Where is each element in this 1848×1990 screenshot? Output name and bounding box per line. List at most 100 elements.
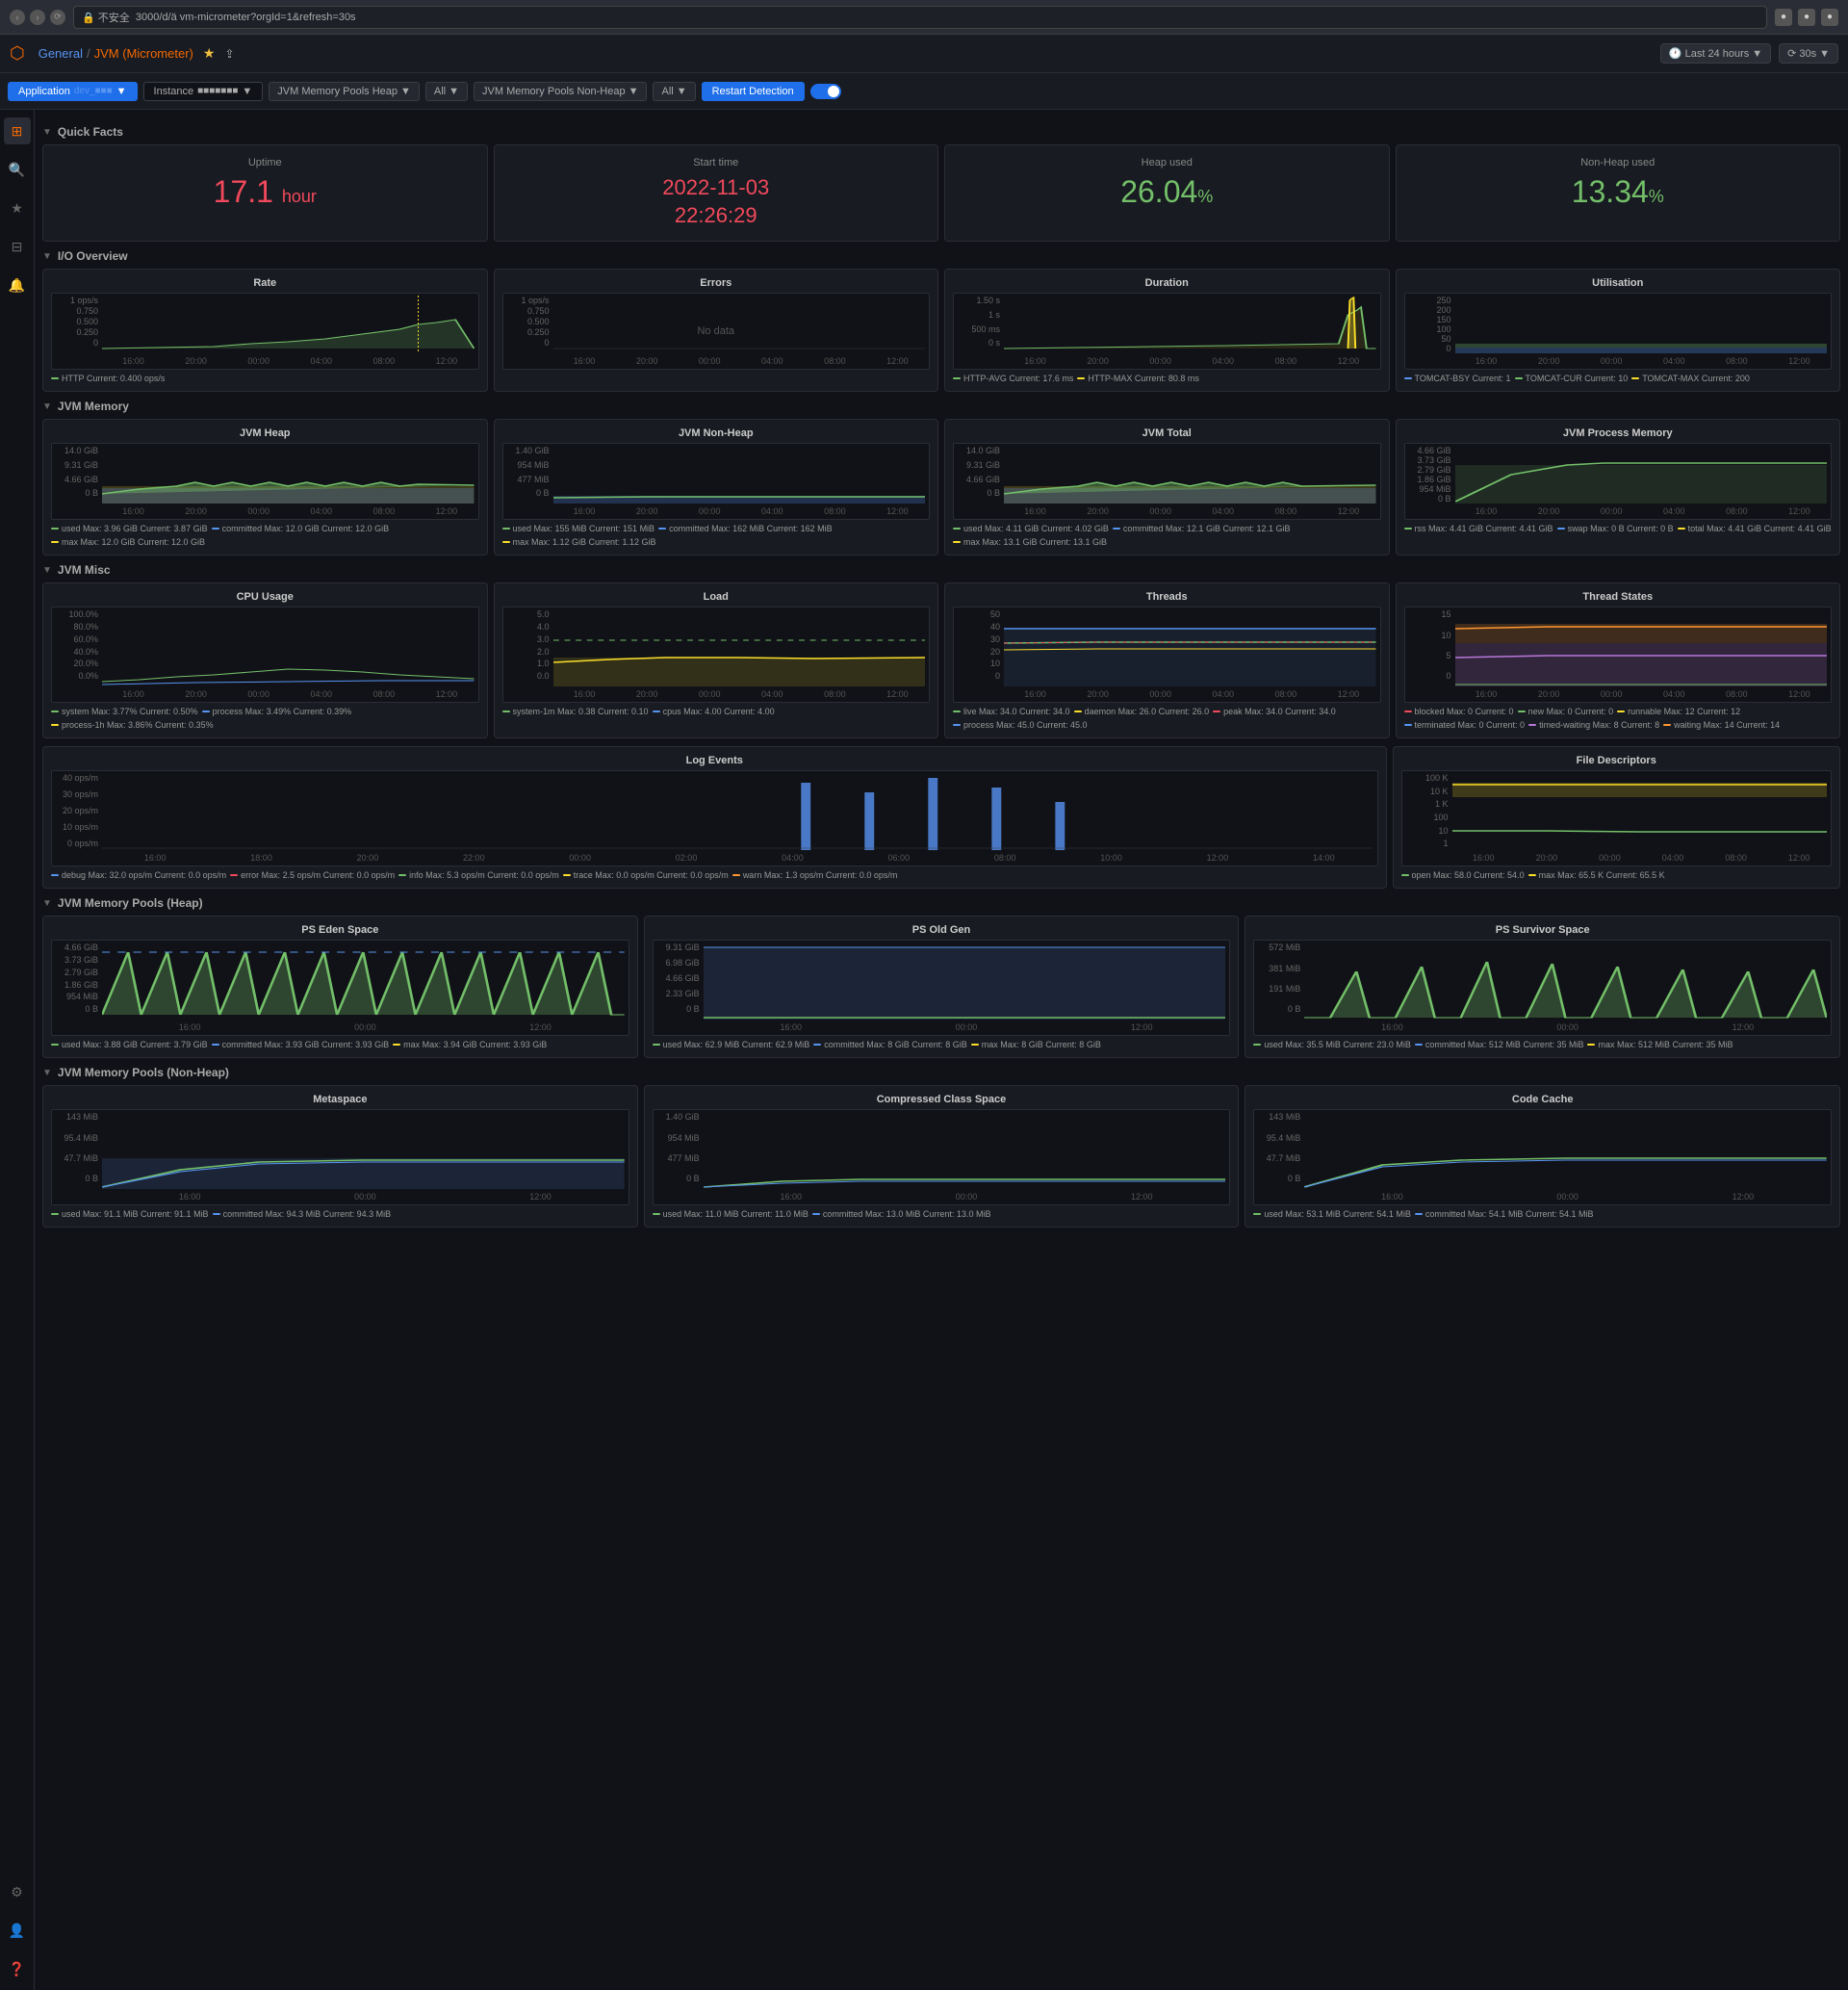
star-icon[interactable]: ★: [203, 45, 216, 62]
quick-facts-row: Uptime 17.1 hour Start time 2022-11-0322…: [42, 144, 1840, 242]
load-title: Load: [502, 591, 931, 603]
uptime-value: 17.1 hour: [55, 174, 475, 210]
rate-chart-inner: [102, 296, 475, 353]
jvm-total-card: JVM Total 14.0 GiB9.31 GiB4.66 GiB0 B 16…: [944, 419, 1390, 556]
application-tab[interactable]: Application dev_■■■ ▼: [8, 82, 138, 101]
thread-states-area: 151050 16:0020:0000:0004:0008:0012:00: [1404, 607, 1833, 703]
restart-detection-toggle[interactable]: [810, 84, 841, 99]
quick-facts-header[interactable]: ▼ Quick Facts: [42, 125, 1840, 139]
sidebar-icon-alerts[interactable]: 🔔: [4, 271, 31, 298]
jvm-heap-title: JVM Heap: [51, 427, 479, 439]
ext-icon-2: ●: [1798, 9, 1815, 26]
utilisation-chart-card: Utilisation 250200150100500 16:0020:0000…: [1396, 269, 1841, 392]
eden-space-card: PS Eden Space 4.66 GiB3.73 GiB2.79 GiB1.…: [42, 916, 638, 1058]
time-range-btn[interactable]: 🕐 Last 24 hours ▼: [1660, 43, 1771, 64]
nonheap-pools-header[interactable]: ▼ JVM Memory Pools (Non-Heap): [42, 1066, 1840, 1079]
nonheap-used-label: Non-Heap used: [1408, 157, 1829, 168]
filter-bar: Application dev_■■■ ▼ Instance ■■■■■■■ ▼…: [0, 73, 1848, 110]
thread-states-card: Thread States 151050 16:0020:0000:0004:0…: [1396, 582, 1841, 738]
section-title-quick-facts: Quick Facts: [58, 125, 123, 139]
errors-chart-title: Errors: [502, 277, 931, 289]
errors-chart-card: Errors 1 ops/s0.7500.5000.2500 No data 1…: [494, 269, 939, 392]
sidebar-icon-user[interactable]: 👤: [4, 1917, 31, 1944]
nonheap-pools-grid: Metaspace 143 MiB95.4 MiB47.7 MiB0 B 16:…: [42, 1085, 1840, 1228]
uptime-card: Uptime 17.1 hour: [42, 144, 488, 242]
old-gen-card: PS Old Gen 9.31 GiB6.98 GiB4.66 GiB2.33 …: [644, 916, 1240, 1058]
forward-btn[interactable]: ›: [30, 10, 45, 25]
no-data-label: No data: [697, 325, 734, 337]
compressed-class-card: Compressed Class Space 1.40 GiB954 MiB47…: [644, 1085, 1240, 1228]
section-title-heap-pools: JVM Memory Pools (Heap): [58, 896, 203, 910]
heap-used-card: Heap used 26.04%: [944, 144, 1390, 242]
jvm-memory-header[interactable]: ▼ JVM Memory: [42, 400, 1840, 413]
code-cache-area: 143 MiB95.4 MiB47.7 MiB0 B 16:0000:0012:…: [1253, 1109, 1832, 1205]
thread-states-title: Thread States: [1404, 591, 1833, 603]
jvm-misc-header[interactable]: ▼ JVM Misc: [42, 563, 1840, 577]
sidebar-icon-settings[interactable]: ⚙: [4, 1878, 31, 1905]
file-descriptors-card: File Descriptors 100 K10 K1 K100101 16:0…: [1393, 746, 1841, 889]
instance-tab[interactable]: Instance ■■■■■■■ ▼: [143, 82, 264, 101]
grafana-logo: ⬡: [10, 43, 25, 64]
share-icon[interactable]: ⇪: [224, 47, 234, 61]
back-btn[interactable]: ‹: [10, 10, 25, 25]
jvm-process-memory-card: JVM Process Memory 4.66 GiB3.73 GiB2.79 …: [1396, 419, 1841, 556]
cpu-usage-card: CPU Usage 100.0%80.0%60.0%40.0%20.0%0.0%…: [42, 582, 488, 738]
section-title-jvm-memory: JVM Memory: [58, 400, 129, 413]
load-area: 5.04.03.02.01.00.0 16:0020:0000:0004:000…: [502, 607, 931, 703]
utilisation-chart-title: Utilisation: [1404, 277, 1833, 289]
old-gen-title: PS Old Gen: [653, 924, 1231, 936]
rate-y-axis: 1 ops/s0.7500.5000.2500: [52, 294, 102, 349]
breadcrumb-jvm: JVM (Micrometer): [94, 46, 193, 61]
refresh-btn[interactable]: ⟳: [50, 10, 65, 25]
section-title-nonheap-pools: JVM Memory Pools (Non-Heap): [58, 1066, 229, 1079]
nonheap-used-value: 13.34%: [1408, 174, 1829, 210]
compressed-class-title: Compressed Class Space: [653, 1094, 1231, 1105]
survivor-space-title: PS Survivor Space: [1253, 924, 1832, 936]
errors-chart-area: 1 ops/s0.7500.5000.2500 No data 16:0020:…: [502, 293, 931, 370]
chevron-down-icon-misc: ▼: [42, 565, 52, 576]
pools-heap-dropdown[interactable]: JVM Memory Pools Heap ▼: [269, 82, 420, 101]
jvm-heap-card: JVM Heap 14.0 GiB9.31 GiB4.66 GiB0 B 16:…: [42, 419, 488, 556]
dashboard-content: ▼ Quick Facts Uptime 17.1 hour Start tim…: [35, 110, 1848, 1990]
duration-y-axis: 1.50 s1 s500 ms0 s: [954, 294, 1004, 349]
jvm-nonheap-title: JVM Non-Heap: [502, 427, 931, 439]
breadcrumb-sep: /: [87, 46, 90, 61]
utilisation-x-axis: 16:0020:0000:0004:0008:0012:00: [1455, 353, 1832, 369]
sidebar-icon-home[interactable]: ⊞: [4, 117, 31, 144]
refresh-btn-nav[interactable]: ⟳ 30s ▼: [1779, 43, 1838, 64]
log-events-area: 40 ops/m30 ops/m20 ops/m10 ops/m0 ops/m: [51, 770, 1378, 866]
duration-legend: HTTP-AVG Current: 17.6 ms HTTP-MAX Curre…: [953, 374, 1381, 383]
browser-controls[interactable]: ‹ › ⟳: [10, 10, 65, 25]
chevron-down-icon-heap: ▼: [42, 898, 52, 909]
jvm-misc-chart-grid: CPU Usage 100.0%80.0%60.0%40.0%20.0%0.0%…: [42, 582, 1840, 738]
io-overview-header[interactable]: ▼ I/O Overview: [42, 249, 1840, 263]
start-time-card: Start time 2022-11-0322:26:29: [494, 144, 939, 242]
pools-nonheap-dropdown[interactable]: JVM Memory Pools Non-Heap ▼: [474, 82, 647, 101]
breadcrumb-general[interactable]: General: [38, 46, 83, 61]
heap-used-value: 26.04%: [957, 174, 1377, 210]
sidebar: ⊞ 🔍 ★ ⊟ 🔔 ⚙ 👤 ❓: [0, 110, 35, 1990]
heap-pools-header[interactable]: ▼ JVM Memory Pools (Heap): [42, 896, 1840, 910]
sidebar-icon-starred[interactable]: ★: [4, 194, 31, 221]
cpu-usage-title: CPU Usage: [51, 591, 479, 603]
sidebar-icon-dashboards[interactable]: ⊟: [4, 233, 31, 260]
rate-chart-card: Rate 1 ops/s0.7500.5000.2500 16:0020:000…: [42, 269, 488, 392]
heap-used-label: Heap used: [957, 157, 1377, 168]
file-descriptors-title: File Descriptors: [1401, 755, 1833, 766]
duration-chart-inner: [1004, 296, 1376, 353]
restart-detection-tab[interactable]: Restart Detection: [702, 82, 805, 101]
all-nonheap-dropdown[interactable]: All ▼: [653, 82, 695, 101]
all-heap-dropdown[interactable]: All ▼: [425, 82, 468, 101]
address-bar[interactable]: 🔒 不安全 3000/d/ä vm-micrometer?orgId=1&ref…: [73, 6, 1767, 29]
metaspace-area: 143 MiB95.4 MiB47.7 MiB0 B 16:0000:0012:…: [51, 1109, 629, 1205]
ext-icon-3: ●: [1821, 9, 1838, 26]
sidebar-icon-help[interactable]: ❓: [4, 1955, 31, 1982]
utilisation-legend: TOMCAT-BSY Current: 1 TOMCAT-CUR Current…: [1404, 374, 1833, 383]
sidebar-icon-search[interactable]: 🔍: [4, 156, 31, 183]
duration-chart-title: Duration: [953, 277, 1381, 289]
browser-chrome: ‹ › ⟳ 🔒 不安全 3000/d/ä vm-micrometer?orgId…: [0, 0, 1848, 35]
load-card: Load 5.04.03.02.01.00.0 16:0020:0000:000…: [494, 582, 939, 738]
utilisation-chart-area: 250200150100500 16:0020:0000:0004:0008:0…: [1404, 293, 1833, 370]
start-time-label: Start time: [506, 157, 927, 168]
survivor-space-area: 572 MiB381 MiB191 MiB0 B 16:0000:0012:00: [1253, 940, 1832, 1036]
